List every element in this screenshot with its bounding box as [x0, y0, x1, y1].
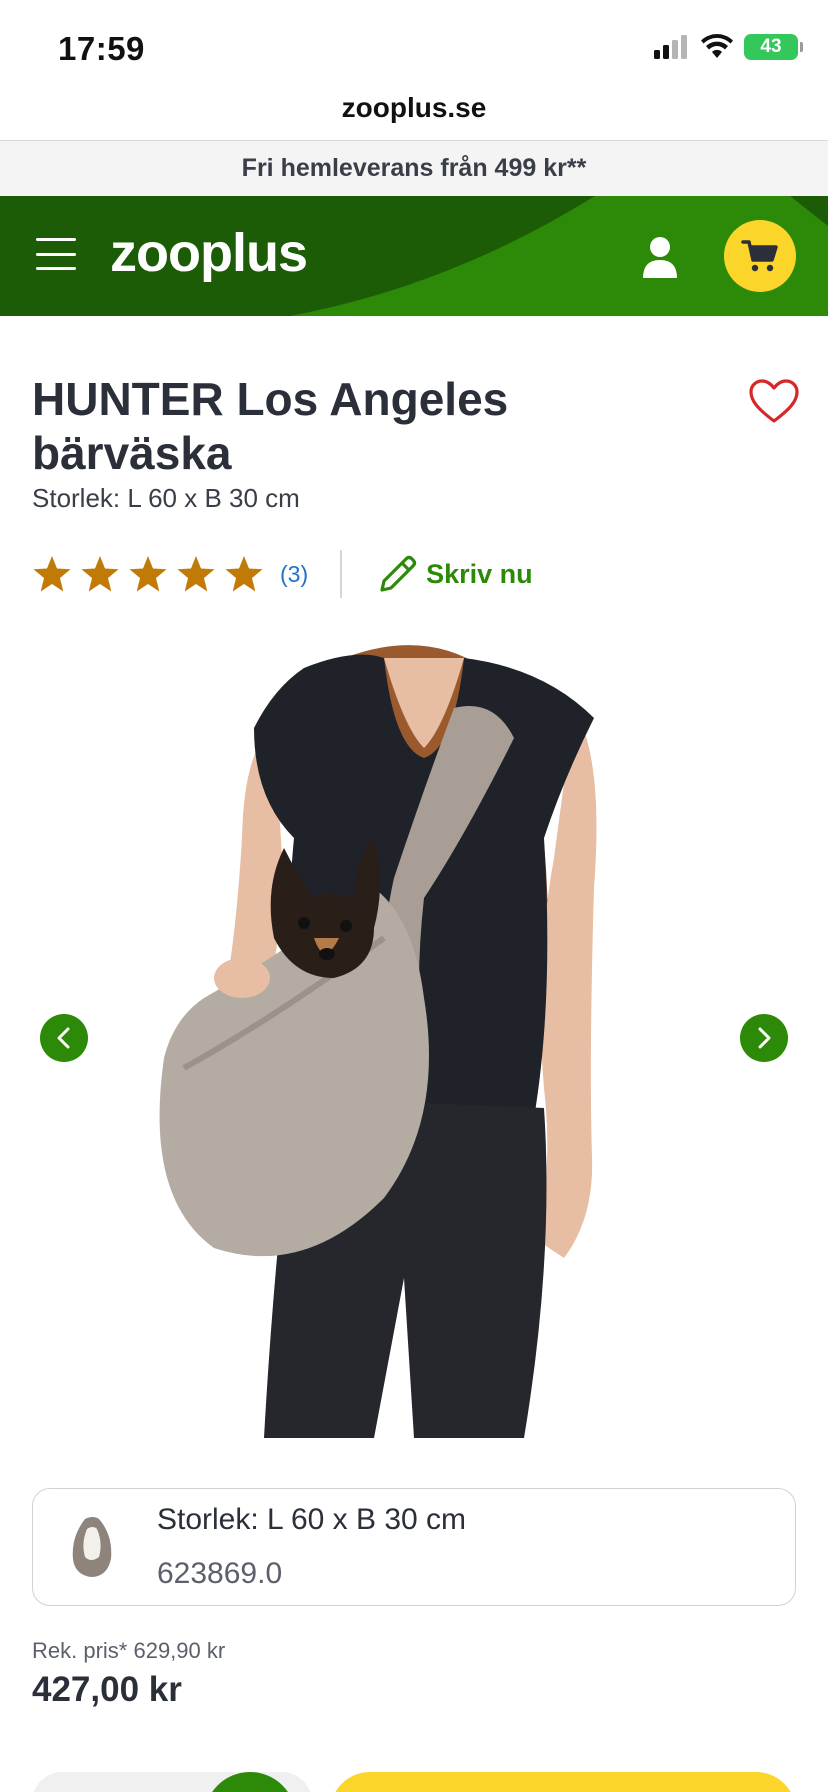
add-to-cart-button[interactable] — [330, 1772, 796, 1792]
status-bar: 17:59 43 — [0, 0, 828, 92]
cart-button[interactable] — [724, 220, 796, 292]
rating-divider — [340, 550, 343, 598]
write-review-button[interactable]: Skriv nu — [376, 552, 533, 596]
variant-thumbnail — [72, 1517, 112, 1577]
wifi-icon — [701, 34, 733, 58]
rating-row: (3) Skriv nu — [32, 548, 533, 600]
hamburger-icon-bar — [36, 252, 76, 256]
status-icons: 43 — [654, 34, 803, 60]
pencil-icon — [380, 555, 417, 592]
star-icon — [129, 556, 167, 592]
rating-stars[interactable] — [32, 554, 264, 594]
star-icon — [177, 556, 215, 592]
current-price: 427,00 kr — [32, 1670, 182, 1709]
variant-name: Storlek: L 60 x B 30 cm — [157, 1503, 467, 1536]
product-image — [159, 645, 597, 1438]
heart-icon[interactable] — [748, 378, 800, 424]
gallery-next-button[interactable] — [740, 1014, 788, 1062]
status-time: 17:59 — [58, 30, 145, 67]
recommended-price: Rek. pris* 629,90 kr — [32, 1638, 226, 1663]
chevron-left-icon — [57, 1027, 70, 1049]
battery-icon: 43 — [744, 34, 803, 60]
gallery-prev-button[interactable] — [40, 1014, 88, 1062]
cart-icon — [741, 240, 778, 272]
chevron-right-icon — [758, 1027, 771, 1049]
user-icon[interactable] — [636, 232, 684, 280]
star-icon — [225, 556, 263, 592]
hamburger-icon-bar — [36, 267, 76, 270]
site-header: zooplus — [0, 196, 828, 316]
star-icon — [81, 556, 119, 592]
variant-article-number: 623869.0 — [157, 1557, 283, 1590]
browser-url[interactable]: zooplus.se — [0, 92, 828, 140]
rating-count-link[interactable]: (3) — [280, 561, 308, 588]
signal-icon — [654, 35, 687, 59]
hamburger-icon-bar — [36, 238, 76, 241]
write-review-label: Skriv nu — [426, 558, 533, 589]
free-delivery-banner: Fri hemleverans från 499 kr** — [0, 141, 828, 196]
zooplus-logo[interactable]: zooplus — [110, 222, 308, 284]
product-gallery[interactable] — [0, 638, 828, 1438]
menu-button[interactable] — [36, 238, 76, 270]
battery-level: 43 — [760, 36, 782, 57]
product-title: HUNTER Los Angeles bärväska — [32, 373, 509, 479]
product-size-subtitle: Storlek: L 60 x B 30 cm — [32, 483, 300, 513]
variant-selector[interactable]: Storlek: L 60 x B 30 cm 623869.0 — [32, 1488, 796, 1606]
star-icon — [33, 556, 71, 592]
